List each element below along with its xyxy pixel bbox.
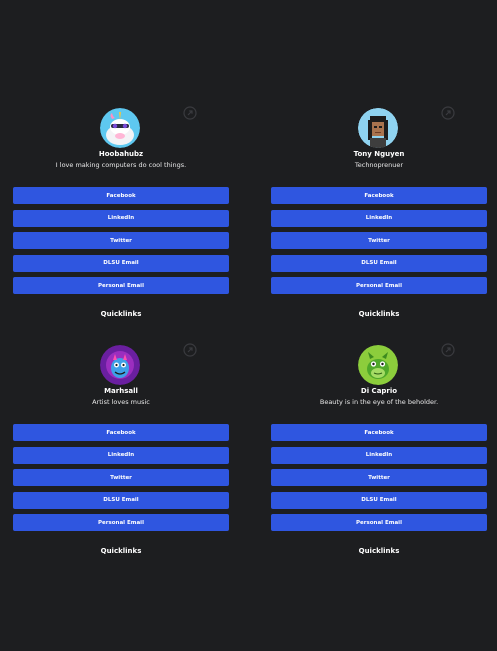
dlsu-email-button[interactable]: DLSU Email: [271, 491, 487, 509]
personal-email-button[interactable]: Personal Email: [13, 514, 229, 531]
dlsu-email-button[interactable]: DLSU Email: [271, 254, 487, 272]
profile-bio: Technoprenuer: [354, 161, 404, 169]
quicklinks-label: Quicklinks: [100, 547, 142, 555]
profile-bio: I love making computers do cool things.: [55, 161, 187, 169]
share-icon[interactable]: [183, 343, 197, 357]
share-icon[interactable]: [441, 343, 455, 357]
linkedin-button[interactable]: LinkedIn: [271, 209, 487, 227]
link-list: Facebook LinkedIn Twitter DLSU Email Per…: [271, 424, 487, 537]
dlsu-email-button[interactable]: DLSU Email: [13, 491, 229, 509]
linkedin-button[interactable]: LinkedIn: [271, 446, 487, 464]
green-dragon-avatar-icon: [358, 345, 398, 385]
profile-name: Hoobahubz: [98, 150, 144, 158]
facebook-button[interactable]: Facebook: [271, 187, 487, 204]
purple-monster-avatar-icon: [100, 345, 140, 385]
profile-bio: Beauty is in the eye of the beholder.: [319, 398, 439, 406]
facebook-button[interactable]: Facebook: [13, 187, 229, 204]
quicklinks-label: Quicklinks: [358, 310, 400, 318]
profile-bio: Artist loves music: [92, 398, 150, 406]
personal-email-button[interactable]: Personal Email: [271, 514, 487, 531]
dlsu-email-button[interactable]: DLSU Email: [13, 254, 229, 272]
linkedin-button[interactable]: LinkedIn: [13, 446, 229, 464]
linkedin-button[interactable]: LinkedIn: [13, 209, 229, 227]
pixel-person-avatar-icon: [358, 108, 398, 148]
facebook-button[interactable]: Facebook: [271, 424, 487, 441]
unicorn-avatar-icon: [100, 108, 140, 148]
twitter-button[interactable]: Twitter: [13, 469, 229, 486]
share-icon[interactable]: [441, 106, 455, 120]
quicklinks-label: Quicklinks: [100, 310, 142, 318]
twitter-button[interactable]: Twitter: [13, 232, 229, 249]
link-list: Facebook LinkedIn Twitter DLSU Email Per…: [13, 424, 229, 537]
quicklinks-label: Quicklinks: [358, 547, 400, 555]
profile-name: Tony Nguyen: [353, 150, 405, 158]
share-icon[interactable]: [183, 106, 197, 120]
profile-name: Di Caprio: [360, 387, 398, 395]
link-list: Facebook LinkedIn Twitter DLSU Email Per…: [13, 187, 229, 300]
personal-email-button[interactable]: Personal Email: [271, 277, 487, 294]
twitter-button[interactable]: Twitter: [271, 232, 487, 249]
link-list: Facebook LinkedIn Twitter DLSU Email Per…: [271, 187, 487, 300]
twitter-button[interactable]: Twitter: [271, 469, 487, 486]
facebook-button[interactable]: Facebook: [13, 424, 229, 441]
personal-email-button[interactable]: Personal Email: [13, 277, 229, 294]
profile-name: Marhsall: [104, 387, 138, 395]
